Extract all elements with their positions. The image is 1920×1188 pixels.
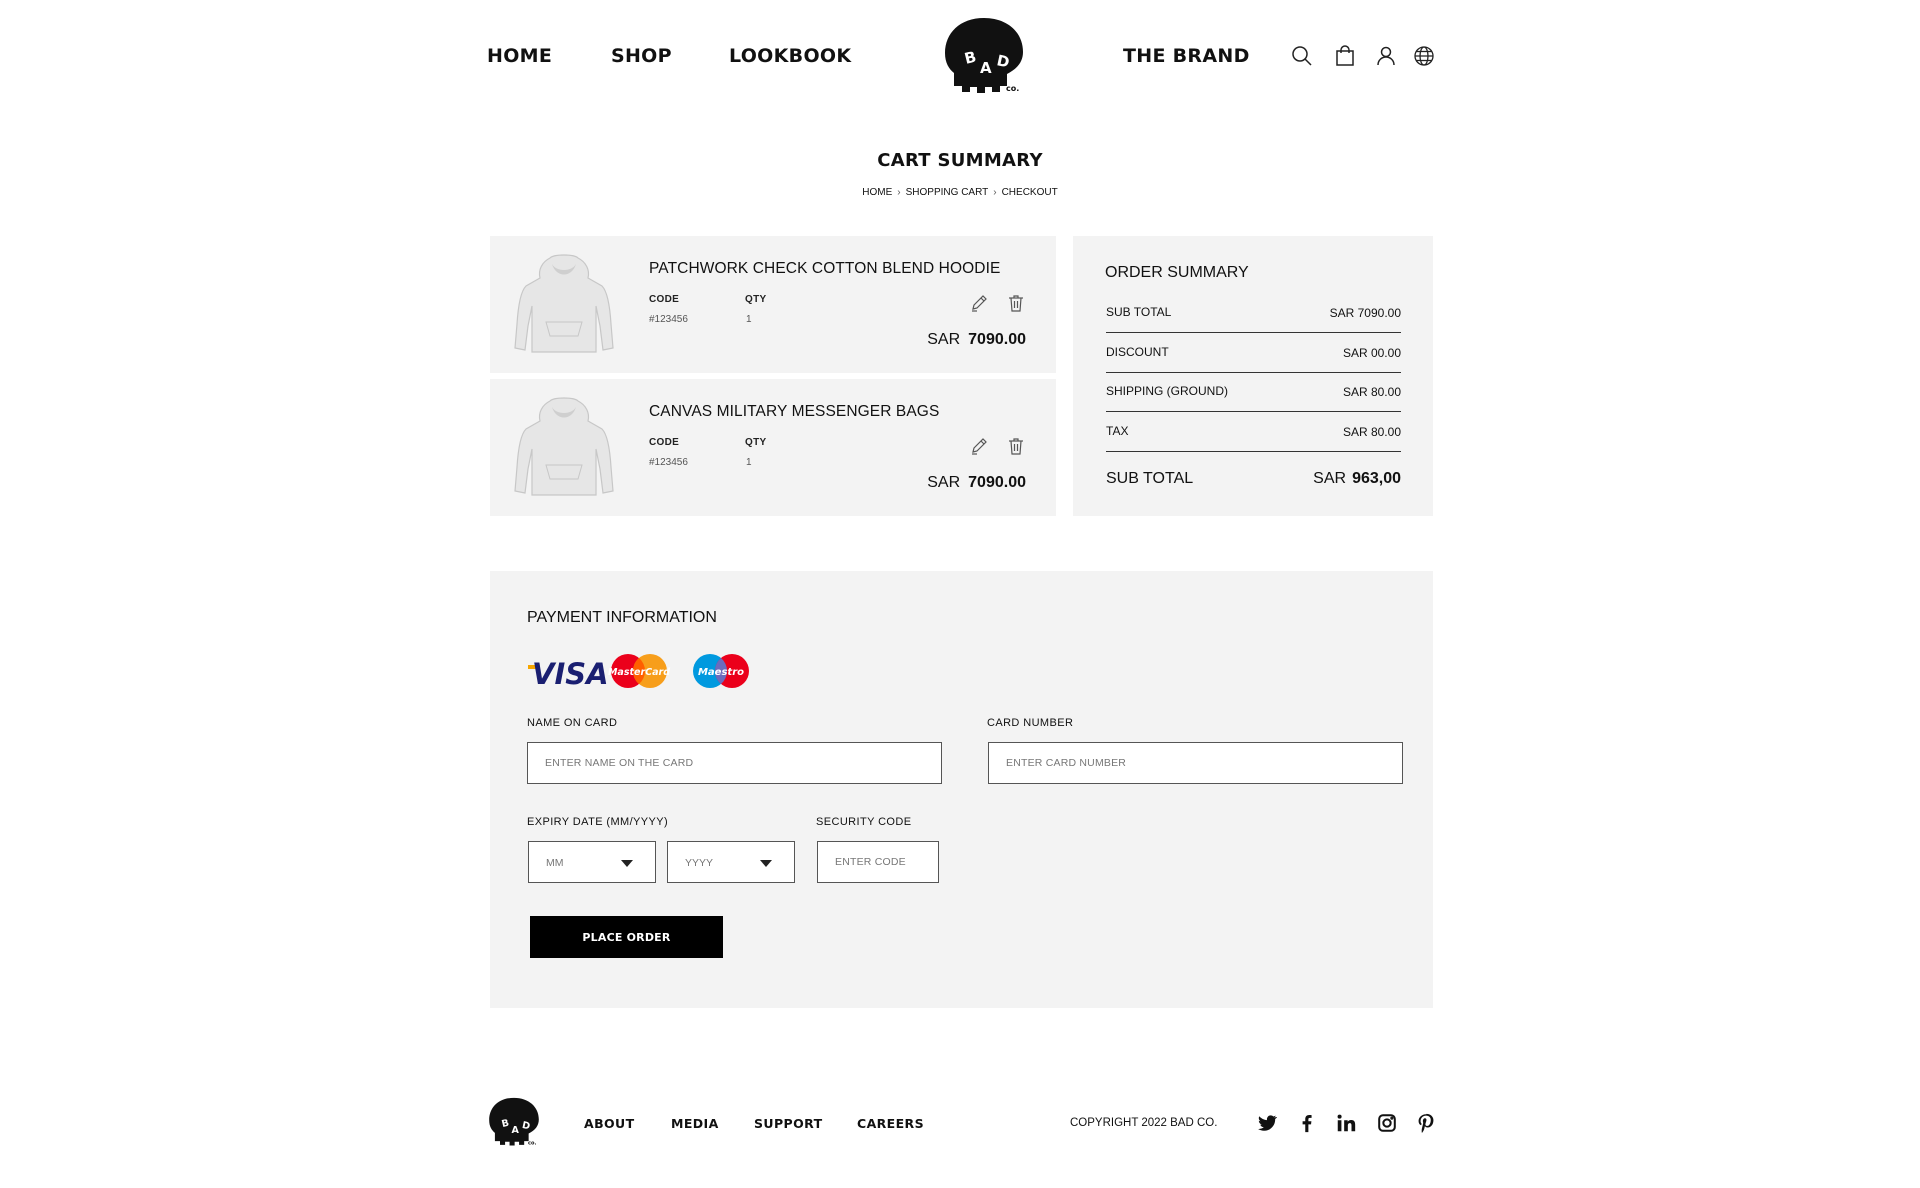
code-label: CODE [649,294,680,305]
product-price: SAR 7090.00 [927,331,1026,349]
price-amount: 7090.00 [968,474,1026,491]
product-image[interactable] [514,252,614,358]
product-qty: 1 [746,457,752,468]
currency: SAR [927,474,961,491]
summary-value: SAR 80.00 [1342,425,1401,439]
pinterest-icon[interactable] [1415,1112,1437,1134]
svg-text:co.: co. [528,1140,536,1146]
total-value: SAR 963,00 [1313,470,1401,488]
product-qty: 1 [746,314,752,325]
search-icon[interactable] [1290,44,1314,68]
summary-value: SAR 00.00 [1342,346,1401,360]
nav-the-brand[interactable]: THE BRAND [1123,45,1250,67]
mastercard-logo: MasterCard [608,654,670,688]
mastercard-text: MasterCard [608,667,670,678]
breadcrumb: HOME › SHOPPING CART › CHECKOUT [0,187,1920,198]
payment-title: PAYMENT INFORMATION [527,609,717,626]
expiry-date-label: EXPIRY DATE (MM/YYYY) [527,816,669,828]
caret-down-icon [760,860,772,867]
qty-label: QTY [745,437,767,448]
summary-title: ORDER SUMMARY [1105,264,1249,281]
summary-row: TAX SAR 80.00 [1106,412,1401,452]
twitter-icon[interactable] [1256,1112,1278,1134]
nav-home[interactable]: HOME [487,45,552,67]
page-title: CART SUMMARY [877,150,1043,171]
summary-value: SAR 7090.00 [1329,306,1401,320]
trash-icon[interactable] [1006,436,1026,456]
place-order-button[interactable]: PLACE ORDER [530,916,723,958]
summary-value: SAR 80.00 [1342,385,1401,399]
product-image[interactable] [514,395,614,501]
chevron-right-icon: › [897,187,901,198]
summary-row: SHIPPING (GROUND) SAR 80.00 [1106,372,1401,412]
total-currency: SAR [1313,470,1347,487]
footer-support[interactable]: SUPPORT [754,1116,823,1131]
caret-down-icon [621,860,633,867]
summary-label: DISCOUNT [1106,345,1169,359]
code-label: CODE [649,437,680,448]
payment-section: PAYMENT INFORMATION VISA MasterCard Maes… [490,571,1433,1008]
total-amount: 963,00 [1352,470,1401,487]
security-code-label: SECURITY CODE [816,816,912,828]
qty-label: QTY [745,294,767,305]
expiry-month-select[interactable]: MM [528,841,656,883]
footer-media[interactable]: MEDIA [671,1116,719,1131]
svg-text:A: A [980,59,992,77]
svg-text:co.: co. [1006,84,1019,93]
copyright: COPYRIGHT 2022 BAD CO. [1070,1117,1218,1129]
product-code: #123456 [649,457,688,468]
edit-icon[interactable] [969,293,989,313]
edit-icon[interactable] [969,436,989,456]
maestro-text: Maestro [698,667,744,678]
shopping-bag-icon[interactable] [1333,44,1357,68]
summary-label: SUB TOTAL [1106,305,1172,319]
currency: SAR [927,331,961,348]
security-code-input[interactable] [817,841,939,883]
product-price: SAR 7090.00 [927,474,1026,492]
breadcrumb-checkout: CHECKOUT [1001,187,1058,198]
name-on-card-label: NAME ON CARD [527,717,618,729]
nav-shop[interactable]: SHOP [611,45,672,67]
breadcrumb-shopping-cart[interactable]: SHOPPING CART [906,187,989,198]
maestro-logo: Maestro [693,654,749,688]
linkedin-icon[interactable] [1335,1112,1357,1134]
nav-lookbook[interactable]: LOOKBOOK [729,45,851,67]
summary-row: DISCOUNT SAR 00.00 [1106,333,1401,373]
total-label: SUB TOTAL [1106,470,1194,487]
trash-icon[interactable] [1006,293,1026,313]
product-code: #123456 [649,314,688,325]
breadcrumb-home[interactable]: HOME [862,187,892,198]
footer-logo[interactable]: B A D co. [486,1096,542,1148]
expiry-year-select[interactable]: YYYY [667,841,795,883]
expiry-year-value: YYYY [685,857,714,869]
footer-careers[interactable]: CAREERS [857,1116,924,1131]
visa-logo: VISA [528,657,608,691]
product-name[interactable]: PATCHWORK CHECK COTTON BLEND HOODIE [649,260,1000,278]
summary-label: SHIPPING (GROUND) [1106,384,1229,398]
facebook-icon[interactable] [1296,1112,1318,1134]
expiry-month-value: MM [546,857,564,869]
price-amount: 7090.00 [968,331,1026,348]
summary-row: SUB TOTAL SAR 7090.00 [1106,293,1401,333]
chevron-right-icon: › [993,187,997,198]
cart-item: CANVAS MILITARY MESSENGER BAGS CODE QTY … [490,379,1056,516]
brand-logo[interactable]: B A D co. [940,16,1028,96]
site-header: HOME SHOP LOOKBOOK B A D co. THE BRAND [0,0,1920,112]
instagram-icon[interactable] [1376,1112,1398,1134]
visa-text: VISA [532,657,608,691]
footer-about[interactable]: ABOUT [584,1116,635,1131]
name-on-card-input[interactable] [527,742,942,784]
user-icon[interactable] [1374,44,1398,68]
order-summary: ORDER SUMMARY SUB TOTAL SAR 7090.00 DISC… [1073,236,1433,516]
product-name[interactable]: CANVAS MILITARY MESSENGER BAGS [649,403,939,421]
cart-item: PATCHWORK CHECK COTTON BLEND HOODIE CODE… [490,236,1056,373]
svg-text:A: A [511,1125,519,1136]
summary-label: TAX [1106,424,1129,438]
card-number-input[interactable] [988,742,1403,784]
globe-icon[interactable] [1412,44,1436,68]
card-number-label: CARD NUMBER [987,717,1074,729]
